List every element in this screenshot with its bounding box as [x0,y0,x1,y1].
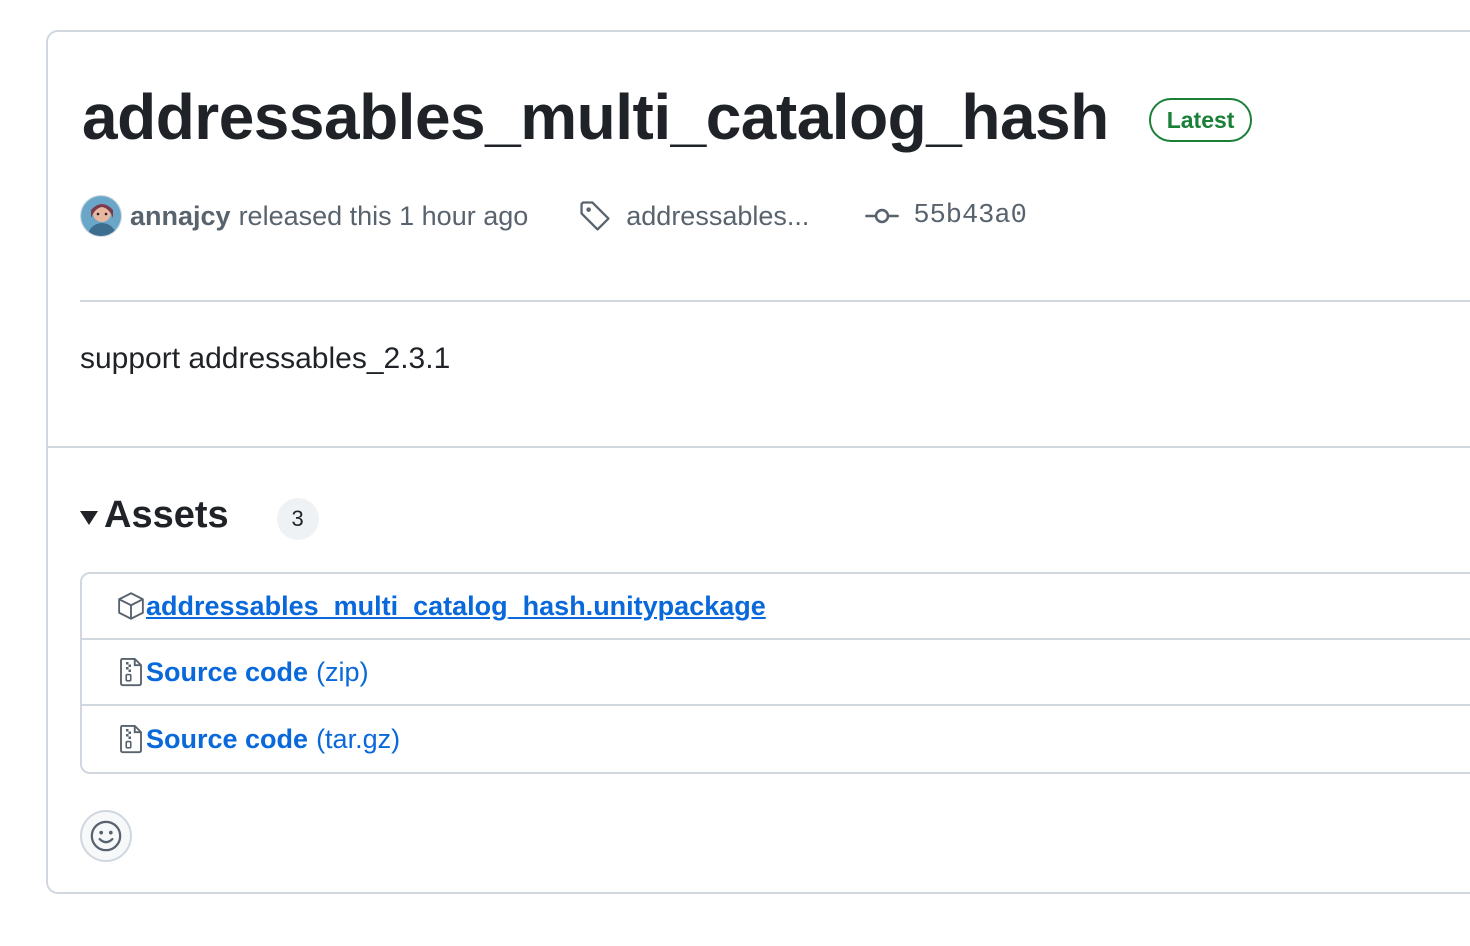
asset-format-label: (zip) [316,656,369,687]
asset-link-unitypackage[interactable]: addressables_multi_catalog_hash.unitypac… [146,591,766,622]
package-icon [118,592,144,620]
assets-heading: Assets [104,493,229,536]
release-notes: support addressables_2.3.1 [80,342,451,375]
asset-list: addressables_multi_catalog_hash.unitypac… [80,572,1470,774]
caret-down-icon [80,511,98,525]
file-zip-icon [120,724,142,754]
tag-icon [580,201,610,231]
latest-badge: Latest [1148,98,1253,142]
asset-row: addressables_multi_catalog_hash.unitypac… [82,574,1470,640]
release-card: addressables_multi_catalog_hash Latest a… [46,30,1470,894]
asset-row: Source code (zip) [82,640,1470,706]
tag-name: addressables... [626,200,810,231]
git-commit-icon [865,208,900,224]
tag-link[interactable]: addressables... [578,199,809,233]
assets-toggle[interactable]: Assets 3 [80,490,319,540]
divider [80,300,1470,302]
asset-link-source-zip[interactable]: Source code [146,657,308,688]
commit-sha: 55b43a0 [913,201,1027,231]
commit-link[interactable]: 55b43a0 [865,199,1027,233]
smiley-icon [90,820,122,852]
author-link[interactable]: annajcy [130,201,231,232]
release-title[interactable]: addressables_multi_catalog_hash [82,82,1109,152]
release-title-row: addressables_multi_catalog_hash Latest [82,82,1253,152]
divider [48,446,1470,448]
assets-count-badge: 3 [276,498,319,540]
release-meta: annajcy released this 1 hour ago address… [80,194,1027,238]
file-zip-icon [120,657,142,687]
avatar-image [81,196,121,236]
asset-format-label: (tar.gz) [316,723,401,754]
released-text: released this 1 hour ago [238,200,529,231]
asset-row: Source code (tar.gz) [82,706,1470,772]
asset-link-source-targz[interactable]: Source code [146,724,308,755]
add-reaction-button[interactable] [80,810,132,862]
avatar[interactable] [80,195,122,237]
